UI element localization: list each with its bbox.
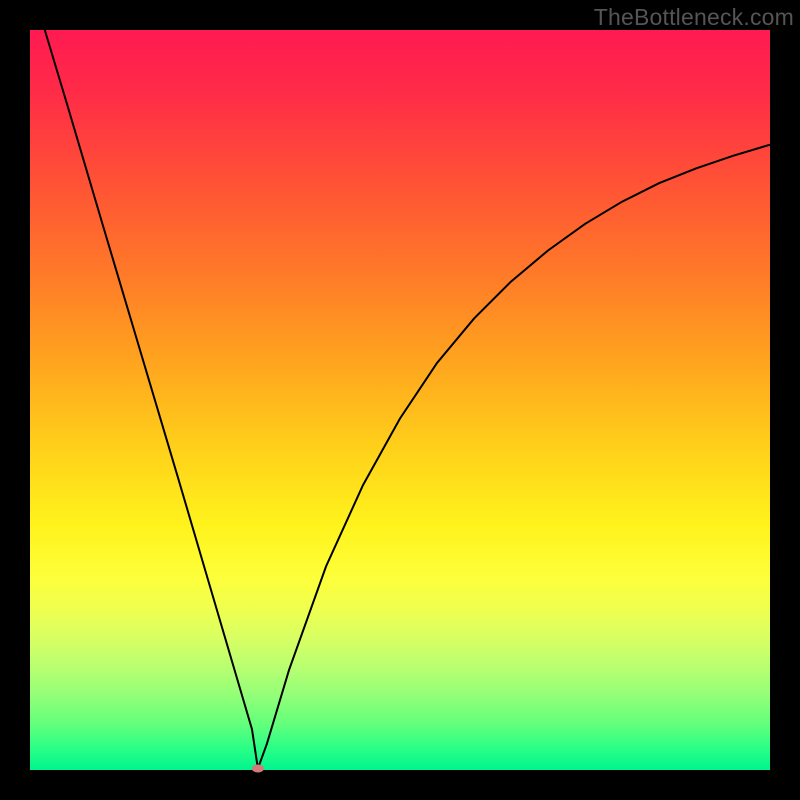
plot-area [30, 30, 770, 770]
bottleneck-marker [252, 765, 264, 773]
watermark-text: TheBottleneck.com [594, 4, 794, 31]
curve-layer [30, 30, 770, 770]
chart-container: TheBottleneck.com [0, 0, 800, 800]
bottleneck-curve [45, 30, 770, 769]
